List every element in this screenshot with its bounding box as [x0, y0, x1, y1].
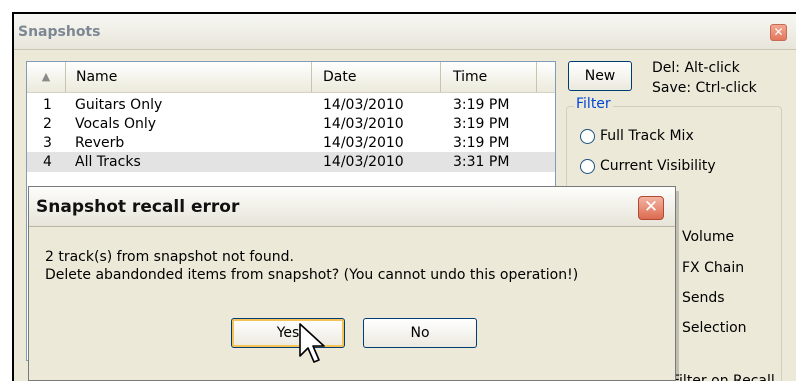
row-number: 3 [43, 135, 52, 151]
column-header-time[interactable]: Time [441, 62, 537, 92]
option-fx-chain[interactable]: FX Chain [682, 260, 744, 276]
list-item[interactable]: 3 Reverb 14/03/2010 3:19 PM [27, 133, 555, 153]
filter-on-recall-label[interactable]: Filter on Recall [672, 373, 775, 381]
close-icon[interactable]: ✕ [638, 196, 664, 220]
sort-ascending-icon[interactable]: ▲ [27, 62, 66, 92]
column-header-date[interactable]: Date [312, 62, 441, 92]
option-sends[interactable]: Sends [682, 290, 725, 306]
row-date: 14/03/2010 [323, 135, 404, 151]
radio-label: Full Track Mix [600, 128, 694, 144]
list-item[interactable]: 2 Vocals Only 14/03/2010 3:19 PM [27, 114, 555, 134]
option-selection[interactable]: Selection [682, 320, 747, 336]
row-number: 2 [43, 116, 52, 132]
row-number: 4 [43, 154, 52, 170]
row-date: 14/03/2010 [323, 154, 404, 170]
list-item[interactable]: 1 Guitars Only 14/03/2010 3:19 PM [27, 95, 555, 115]
dialog-title: Snapshot recall error [36, 197, 240, 217]
row-number: 1 [43, 97, 52, 113]
dialog-message-line-1: 2 track(s) from snapshot not found. [45, 249, 294, 265]
row-time: 3:19 PM [453, 97, 510, 113]
row-name: All Tracks [75, 154, 141, 170]
radio-current-visibility[interactable]: Current Visibility [580, 157, 760, 177]
dialog-title-bar[interactable]: Snapshot recall error ✕ [29, 187, 675, 227]
dialog-message-line-2: Delete abandonded items from snapshot? (… [45, 267, 579, 283]
list-header: ▲ Name Date Time [27, 62, 555, 93]
row-date: 14/03/2010 [323, 116, 404, 132]
snapshots-window-title: Snapshots [18, 24, 101, 40]
delete-hint: Del: Alt-click [652, 60, 740, 76]
option-volume[interactable]: Volume [682, 229, 734, 245]
column-header-name[interactable]: Name [66, 62, 312, 92]
row-name: Reverb [75, 135, 125, 151]
filter-group-label: Filter [574, 96, 613, 112]
row-time: 3:19 PM [453, 116, 510, 132]
snapshots-title-bar[interactable]: Snapshots ✕ [14, 14, 796, 50]
snapshot-recall-error-dialog: Snapshot recall error ✕ 2 track(s) from … [28, 186, 676, 381]
row-name: Guitars Only [75, 97, 163, 113]
radio-button-icon[interactable] [580, 129, 595, 144]
row-time: 3:19 PM [453, 135, 510, 151]
close-icon[interactable]: ✕ [770, 24, 787, 41]
list-item-selected[interactable]: 4 All Tracks 14/03/2010 3:31 PM [27, 152, 555, 172]
radio-full-track-mix[interactable]: Full Track Mix [580, 127, 760, 147]
radio-label: Current Visibility [600, 158, 716, 174]
row-time: 3:31 PM [453, 154, 510, 170]
mouse-pointer-icon [299, 323, 325, 363]
row-date: 14/03/2010 [323, 97, 404, 113]
no-button[interactable]: No [363, 318, 477, 348]
column-header-spacer [537, 62, 555, 92]
radio-button-icon[interactable] [580, 159, 595, 174]
new-snapshot-button[interactable]: New [568, 61, 632, 91]
row-name: Vocals Only [75, 116, 157, 132]
save-hint: Save: Ctrl-click [652, 80, 757, 96]
